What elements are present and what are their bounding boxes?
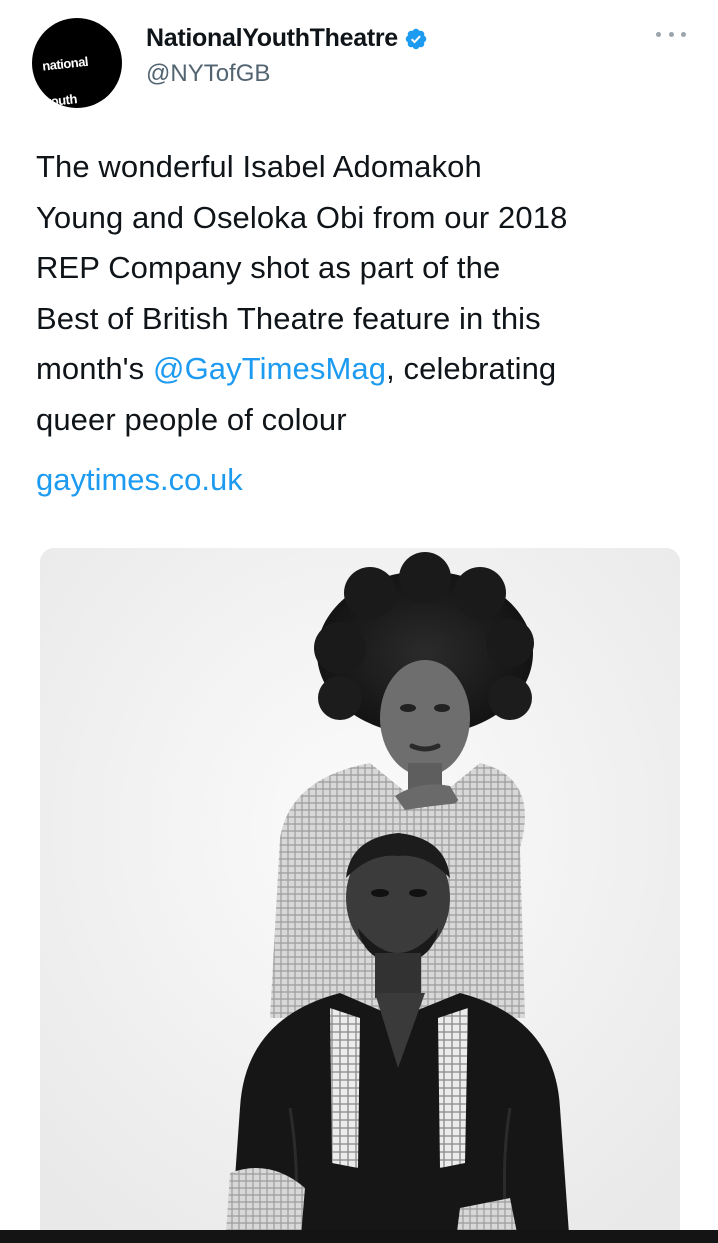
tweet-text-segment: The wonderful Isabel Adomakoh bbox=[36, 149, 482, 184]
tweet-text-line: queer people of colour bbox=[36, 395, 696, 446]
tweet-text-line: Young and Oseloka Obi from our 2018 bbox=[36, 193, 696, 244]
tweet-text-line: The wonderful Isabel Adomakoh bbox=[36, 142, 696, 193]
tweet-photo[interactable] bbox=[40, 548, 680, 1243]
avatar-logo-line: national bbox=[41, 53, 89, 74]
display-name[interactable]: NationalYouthTheatre bbox=[146, 24, 398, 53]
tweet-text-segment: month's bbox=[36, 351, 153, 386]
tweet-text-segment: REP Company shot as part of the bbox=[36, 250, 501, 285]
author-name-row[interactable]: NationalYouthTheatre bbox=[146, 24, 428, 53]
author-handle[interactable]: @NYTofGB bbox=[146, 60, 270, 88]
verified-badge-icon bbox=[405, 28, 427, 49]
photo-black-and-white-portrait-icon bbox=[40, 548, 680, 1243]
tweet-text-segment: Young and Oseloka Obi from our 2018 bbox=[36, 199, 568, 235]
screen-edge bbox=[0, 1230, 718, 1243]
tweet: national youth theatre NationalYouthThea… bbox=[0, 0, 718, 1243]
more-dot bbox=[656, 31, 661, 37]
mention-link[interactable]: @GayTimesMag bbox=[153, 351, 386, 386]
tweet-text: The wonderful Isabel Adomakoh Young and … bbox=[36, 142, 696, 445]
tweet-text-line: REP Company shot as part of the bbox=[36, 243, 696, 294]
tweet-text-segment: queer people of colour bbox=[36, 401, 347, 437]
more-dot bbox=[668, 31, 674, 37]
avatar-logo-line: youth bbox=[43, 91, 78, 108]
tweet-text-segment: Best of British Theatre feature in this bbox=[36, 300, 541, 336]
avatar-logo: national youth theatre bbox=[37, 32, 100, 108]
tweet-text-line: Best of British Theatre feature in this bbox=[36, 294, 696, 345]
more-options-icon[interactable] bbox=[656, 24, 686, 44]
tweet-text-line: month's @GayTimesMag, celebrating bbox=[36, 344, 696, 395]
external-link[interactable]: gaytimes.co.uk bbox=[36, 462, 243, 498]
tweet-text-segment: , celebrating bbox=[386, 351, 557, 386]
avatar[interactable]: national youth theatre bbox=[32, 18, 122, 108]
more-dot bbox=[681, 31, 686, 37]
